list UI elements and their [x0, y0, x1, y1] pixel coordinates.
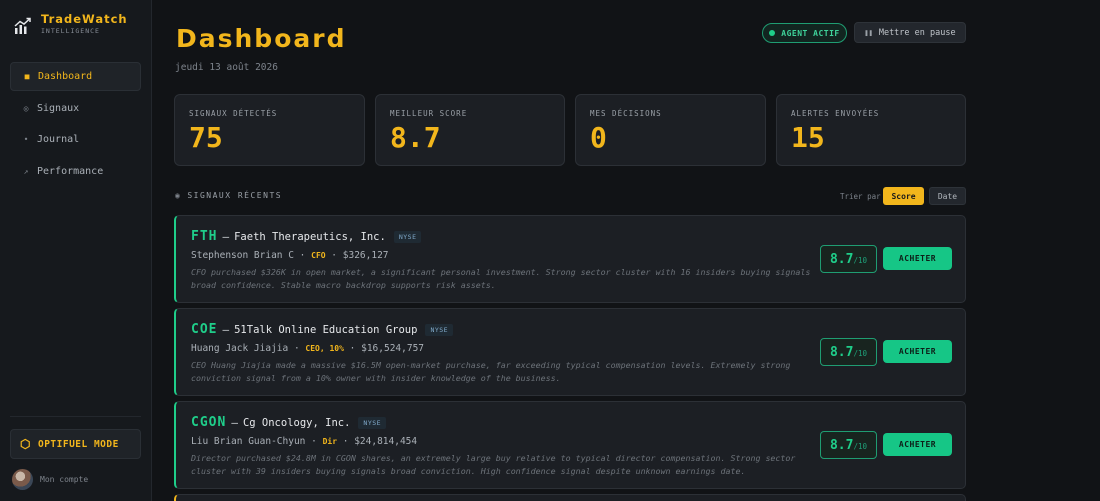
page-title: Dashboard [176, 24, 347, 53]
signal-description: CEO Huang Jiajia made a massive $16.5M o… [191, 360, 791, 383]
score-value: 8.7 [829, 345, 854, 360]
agent-status-label: AGENT ACTIF [781, 28, 840, 38]
sidebar-nav: ■ Dashboard ◎ Signaux • Journal ↗ Perfor… [10, 62, 141, 188]
sort-label: Trier par [840, 192, 881, 201]
separator: — [231, 416, 238, 429]
score-value: 8.7 [829, 252, 854, 267]
sidebar-item-label: Signaux [37, 102, 80, 114]
square-icon: ■ [24, 72, 30, 81]
status-dot-icon [769, 30, 776, 36]
optifuel-mode-label: OPTIFUEL MODE [37, 438, 119, 450]
avatar [12, 469, 33, 490]
trade-amount: $16,524,757 [361, 343, 425, 354]
sidebar-item-dashboard[interactable]: ■ Dashboard [10, 62, 141, 91]
signal-meta: Liu Brian Guan-Chyun · Dir · $24,814,454 [191, 436, 418, 447]
sidebar-item-label: Dashboard [38, 71, 93, 82]
exchange-badge: NYSE [358, 416, 387, 429]
signal-company: Faeth Therapeutics, Inc. [234, 230, 386, 243]
hexagon-icon: ⬡ [20, 437, 31, 451]
separator: — [222, 230, 230, 243]
dot-icon: • [23, 135, 29, 144]
stat-card-signals: SIGNAUX DÉTECTÉS 75 [174, 94, 365, 166]
brand-subtitle: INTELLIGENCE [41, 27, 100, 35]
sort-date-button[interactable]: Date [929, 187, 966, 205]
trend-icon: ↗ [23, 166, 29, 176]
section-title: ◉ SIGNAUX RÉCENTS [175, 191, 282, 200]
signal-header: COE — 51Talk Online Education Group NYSE [191, 322, 454, 337]
signal-description: CFO purchased $326K in open market, a si… [191, 267, 811, 290]
score-max: /10 [853, 349, 868, 358]
stat-value: 0 [590, 121, 607, 154]
sidebar-divider [10, 416, 141, 417]
signal-company: 51Talk Online Education Group [234, 323, 418, 336]
signal-card[interactable] [174, 494, 966, 501]
account-label: Mon compte [40, 475, 89, 484]
signal-header: CGON — Cg Oncology, Inc. NYSE [191, 415, 387, 430]
insider-name: Stephenson Brian C [191, 250, 294, 261]
signal-header: FTH — Faeth Therapeutics, Inc. NYSE [191, 229, 422, 244]
buy-button[interactable]: ACHETER [883, 433, 952, 456]
insider-role: CEO, 10% [305, 344, 344, 353]
signal-description: Director purchased $24.8M in CGON shares… [191, 453, 796, 476]
score-max: /10 [853, 442, 868, 451]
section-title-label: SIGNAUX RÉCENTS [187, 191, 283, 200]
target-icon: ◉ [175, 191, 182, 200]
signal-meta: Huang Jack Jiajia · CEO, 10% · $16,524,7… [191, 343, 425, 354]
pause-icon: ❚❚ [864, 28, 873, 37]
stat-card-decisions: MES DÉCISIONS 0 [575, 94, 766, 166]
score-value: 8.7 [829, 438, 854, 453]
sidebar-item-journal[interactable]: • Journal [10, 125, 141, 154]
stat-card-alerts: ALERTES ENVOYÉES 15 [776, 94, 966, 166]
score-badge: 8.7 /10 [820, 245, 877, 273]
signal-meta: Stephenson Brian C · CFO · $326,127 [191, 250, 389, 261]
signal-card[interactable]: COE — 51Talk Online Education Group NYSE… [174, 308, 966, 396]
signal-card[interactable]: CGON — Cg Oncology, Inc. NYSE Liu Brian … [174, 401, 966, 489]
signal-ticker: COE [191, 322, 218, 337]
stat-label: SIGNAUX DÉTECTÉS [189, 109, 278, 118]
insider-name: Huang Jack Jiajia [191, 343, 289, 354]
buy-button[interactable]: ACHETER [883, 247, 952, 270]
separator: — [222, 323, 230, 336]
account-link[interactable]: Mon compte [12, 469, 88, 490]
circle-icon: ◎ [23, 103, 29, 113]
signal-company: Cg Oncology, Inc. [242, 416, 351, 429]
insider-role: Dir [322, 437, 338, 446]
score-badge: 8.7 /10 [820, 431, 877, 459]
trade-amount: $326,127 [342, 250, 389, 261]
stat-label: MEILLEUR SCORE [390, 109, 468, 118]
trade-amount: $24,814,454 [354, 436, 418, 447]
sidebar-item-label: Performance [37, 165, 104, 177]
stat-value: 75 [189, 121, 223, 154]
sidebar: TradeWatch INTELLIGENCE ■ Dashboard ◎ Si… [0, 0, 152, 501]
sidebar-item-signaux[interactable]: ◎ Signaux [10, 94, 141, 123]
brand[interactable]: TradeWatch INTELLIGENCE [14, 12, 128, 36]
signal-ticker: FTH [191, 229, 218, 244]
stat-label: ALERTES ENVOYÉES [791, 109, 880, 118]
signal-card[interactable]: FTH — Faeth Therapeutics, Inc. NYSE Step… [174, 215, 966, 303]
score-max: /10 [853, 256, 868, 265]
sort-score-button[interactable]: Score [883, 187, 924, 205]
signal-ticker: CGON [191, 415, 227, 430]
optifuel-mode-button[interactable]: ⬡ OPTIFUEL MODE [10, 429, 141, 459]
exchange-badge: NYSE [393, 230, 422, 243]
insider-role: CFO [311, 251, 326, 260]
stat-value: 15 [791, 121, 825, 154]
sidebar-item-label: Journal [37, 134, 80, 145]
brand-title: TradeWatch [41, 12, 128, 26]
stat-label: MES DÉCISIONS [590, 109, 662, 118]
pause-button[interactable]: ❚❚ Mettre en pause [854, 22, 966, 43]
stat-value: 8.7 [390, 121, 441, 154]
chart-bars-icon [14, 17, 31, 34]
pause-button-label: Mettre en pause [878, 27, 956, 38]
page-date: jeudi 13 août 2026 [175, 62, 278, 73]
sidebar-item-performance[interactable]: ↗ Performance [10, 157, 141, 186]
score-badge: 8.7 /10 [820, 338, 877, 366]
exchange-badge: NYSE [425, 323, 454, 336]
insider-name: Liu Brian Guan-Chyun [191, 436, 306, 447]
buy-button[interactable]: ACHETER [883, 340, 952, 363]
stat-card-best-score: MEILLEUR SCORE 8.7 [375, 94, 565, 166]
agent-status-badge: AGENT ACTIF [762, 23, 847, 43]
